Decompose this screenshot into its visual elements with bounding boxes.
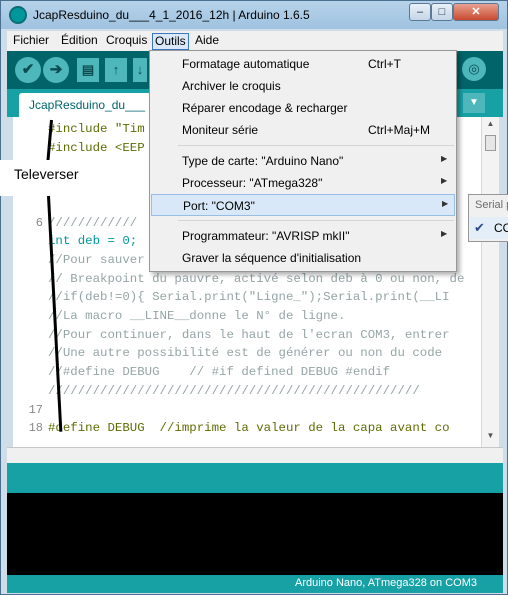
open-sketch-icon[interactable]: ↑: [105, 58, 127, 82]
serial-ports-header: Serial ports: [475, 199, 508, 211]
message-area: [7, 463, 503, 493]
menu-item-type-de-carte-arduino-nano[interactable]: Type de carte: "Arduino Nano" ▶: [151, 150, 455, 172]
port-submenu: Serial ports ✔ COM3: [468, 194, 508, 242]
submenu-arrow-icon: ▶: [441, 229, 448, 238]
menu-item-label: Archiver le croquis: [182, 79, 281, 93]
console-output: [7, 493, 503, 575]
code-line: #define DEBUG //imprime la valeur de la …: [48, 421, 450, 436]
menu-aide[interactable]: Aide: [193, 33, 221, 50]
menu-item-formatage-automatique[interactable]: Formatage automatique Ctrl+T: [151, 53, 455, 75]
menu-item-programmateur-avrisp-mkii[interactable]: Programmateur: "AVRISP mkII" ▶: [151, 225, 455, 247]
menu-item-label: Processeur: "ATmega328": [182, 176, 323, 190]
vertical-scrollbar[interactable]: ▲ ▼: [481, 117, 499, 447]
title-bar[interactable]: JcapResduino_du___4_1_2016_12h | Arduino…: [1, 1, 507, 29]
code-line: ////////////////////////////////////////…: [48, 383, 420, 398]
code-line: //La macro __LINE__donne le N° de ligne.: [48, 309, 346, 323]
menu-item-moniteur-s-rie[interactable]: Moniteur série Ctrl+Maj+M: [151, 119, 455, 141]
menu-item-processeur-atmega328[interactable]: Processeur: "ATmega328" ▶: [151, 172, 455, 194]
code-line: int deb = 0;: [48, 234, 138, 249]
code-line: //if(deb!=0){ Serial.print("Ligne_");Ser…: [48, 290, 450, 305]
new-sketch-icon[interactable]: ▤: [77, 58, 99, 82]
code-line: //Une autre possibilité est de générer o…: [48, 346, 443, 361]
line-number: 6: [35, 215, 43, 230]
menu-item-label: Programmateur: "AVRISP mkII": [182, 229, 350, 243]
close-button[interactable]: ✕: [453, 3, 499, 21]
tab-menu-dropdown-icon[interactable]: ▼: [463, 93, 485, 113]
tab-sketch[interactable]: JcapResduino_du___: [19, 93, 151, 117]
verify-icon[interactable]: ✔: [15, 57, 41, 83]
code-line: ////////////: [48, 215, 138, 230]
menu-item-label: Port: "COM3": [183, 199, 255, 213]
window-title: JcapResduino_du___4_1_2016_12h | Arduino…: [33, 8, 310, 22]
submenu-arrow-icon: ▶: [442, 199, 449, 208]
menu-bar: Fichier Édition Croquis Outils Aide: [7, 31, 503, 51]
code-line: #include "Tim: [48, 122, 145, 136]
outils-dropdown-menu: Formatage automatique Ctrl+T Archiver le c…: [149, 50, 457, 272]
code-line: // Breakpoint du pauvre, activé selon de…: [48, 271, 465, 286]
menu-item-label: Réparer encodage & recharger: [182, 101, 348, 115]
menu-outils[interactable]: Outils: [152, 33, 189, 50]
minimize-button[interactable]: –: [409, 3, 431, 21]
menu-item-label: Formatage automatique: [182, 57, 310, 71]
arduino-logo-icon: [9, 6, 27, 24]
menu-item-shortcut: Ctrl+Maj+M: [368, 123, 431, 137]
submenu-arrow-icon: ▶: [441, 154, 448, 163]
code-line: //#define DEBUG // #if defined DEBUG #en…: [48, 365, 391, 380]
editor-console-divider[interactable]: [7, 447, 503, 463]
maximize-button[interactable]: □: [431, 3, 453, 21]
menu-separator: [178, 220, 454, 221]
menu-item-shortcut: Ctrl+T: [368, 57, 401, 71]
menu-fichier[interactable]: Fichier: [11, 33, 51, 50]
serial-monitor-icon[interactable]: ◎: [462, 57, 486, 81]
menu-separator: [178, 145, 454, 146]
code-line: //Pour continuer, dans le haut de l'ecra…: [48, 327, 450, 342]
line-number: 18: [28, 421, 43, 436]
menu-item-graver-la-s-quence-d-initialisation[interactable]: Graver la séquence d'initialisation: [151, 247, 455, 269]
menu-item-label: Type de carte: "Arduino Nano": [182, 154, 344, 168]
scrollbar-thumb[interactable]: [485, 135, 496, 151]
menu-croquis[interactable]: Croquis: [104, 33, 149, 50]
menu-edition[interactable]: Édition: [59, 33, 100, 50]
submenu-arrow-icon: ▶: [441, 176, 448, 185]
menu-item-archiver-le-croquis[interactable]: Archiver le croquis: [151, 75, 455, 97]
code-line: #include <EEP: [48, 140, 145, 155]
menu-item-r-parer-encodage-recharger[interactable]: Réparer encodage & recharger: [151, 97, 455, 119]
checkmark-icon: ✔: [474, 220, 485, 235]
board-status-text: Arduino Nano, ATmega328 on COM3: [294, 577, 477, 589]
annotation-label: Televerser: [14, 166, 79, 182]
upload-icon[interactable]: ➔: [43, 57, 69, 83]
status-bar: Arduino Nano, ATmega328 on COM3: [7, 575, 503, 593]
menu-item-label: Graver la séquence d'initialisation: [182, 251, 362, 265]
scroll-down-icon[interactable]: ▼: [484, 431, 497, 444]
line-number: 17: [28, 402, 43, 417]
menu-item-label: Moniteur série: [182, 123, 259, 137]
port-option-label: COM3: [494, 221, 508, 235]
menu-item-port-com3[interactable]: Port: "COM3" ▶: [151, 194, 455, 216]
port-option-com3[interactable]: ✔ COM3: [470, 217, 508, 239]
scroll-up-icon[interactable]: ▲: [484, 119, 497, 132]
save-sketch-icon[interactable]: ↓: [133, 58, 147, 82]
